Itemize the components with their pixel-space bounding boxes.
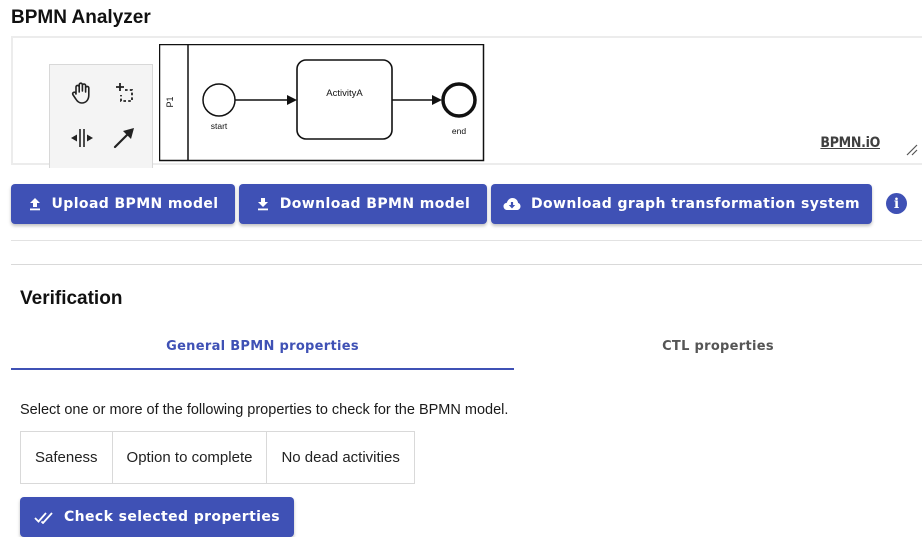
- cloud-download-icon: [503, 198, 521, 210]
- space-tool-icon[interactable]: [64, 120, 100, 156]
- download-bpmn-label: Download BPMN model: [279, 196, 471, 212]
- download-bpmn-button[interactable]: Download BPMN model: [239, 184, 487, 224]
- download-gts-label: Download graph transformation system: [530, 196, 861, 212]
- bpmn-modeler-canvas[interactable]: P1 start ActivityA end BPMN.iO: [11, 36, 922, 168]
- resize-handle-icon[interactable]: [904, 142, 918, 156]
- check-selected-properties-button[interactable]: Check selected properties: [20, 497, 294, 537]
- end-event[interactable]: [441, 82, 477, 118]
- tab-general-bpmn-properties[interactable]: General BPMN properties: [11, 324, 514, 370]
- hand-tool-icon[interactable]: [64, 75, 100, 111]
- upload-bpmn-label: Upload BPMN model: [51, 196, 219, 212]
- modeler-palette: [49, 64, 153, 168]
- tab-ctl-properties[interactable]: CTL properties: [514, 324, 922, 368]
- end-event-label: end: [452, 126, 466, 136]
- property-no-dead-activities[interactable]: No dead activities: [266, 432, 413, 483]
- check-selected-label: Check selected properties: [63, 509, 280, 525]
- upload-bpmn-button[interactable]: Upload BPMN model: [11, 184, 235, 224]
- start-event[interactable]: [202, 83, 236, 117]
- instruction-text: Select one or more of the following prop…: [20, 402, 509, 418]
- verification-heading: Verification: [20, 288, 123, 309]
- lasso-tool-icon[interactable]: [106, 75, 142, 111]
- property-options: Safeness Option to complete No dead acti…: [20, 431, 415, 484]
- tab-label: CTL properties: [662, 338, 774, 354]
- connect-tool-icon[interactable]: [106, 120, 142, 156]
- upload-icon: [29, 198, 40, 211]
- property-option-to-complete[interactable]: Option to complete: [111, 432, 267, 483]
- double-check-icon: [34, 512, 53, 524]
- task-activity[interactable]: [296, 59, 393, 140]
- bpmn-io-logo[interactable]: BPMN.iO: [820, 135, 880, 151]
- property-label: Option to complete: [126, 449, 253, 466]
- pool-label: P1: [165, 96, 175, 107]
- tab-label: General BPMN properties: [166, 338, 359, 354]
- divider: [11, 240, 922, 241]
- app-title: BPMN Analyzer: [11, 7, 151, 28]
- property-label: Safeness: [35, 449, 98, 466]
- download-gts-button[interactable]: Download graph transformation system: [491, 184, 872, 224]
- info-icon[interactable]: i: [886, 193, 907, 214]
- task-label: ActivityA: [326, 88, 363, 99]
- property-safeness[interactable]: Safeness: [21, 432, 112, 483]
- start-event-label: start: [211, 121, 228, 131]
- divider: [11, 264, 922, 265]
- property-label: No dead activities: [281, 449, 400, 466]
- download-icon: [257, 198, 268, 211]
- bpmn-diagram[interactable]: P1 start ActivityA end: [159, 44, 495, 162]
